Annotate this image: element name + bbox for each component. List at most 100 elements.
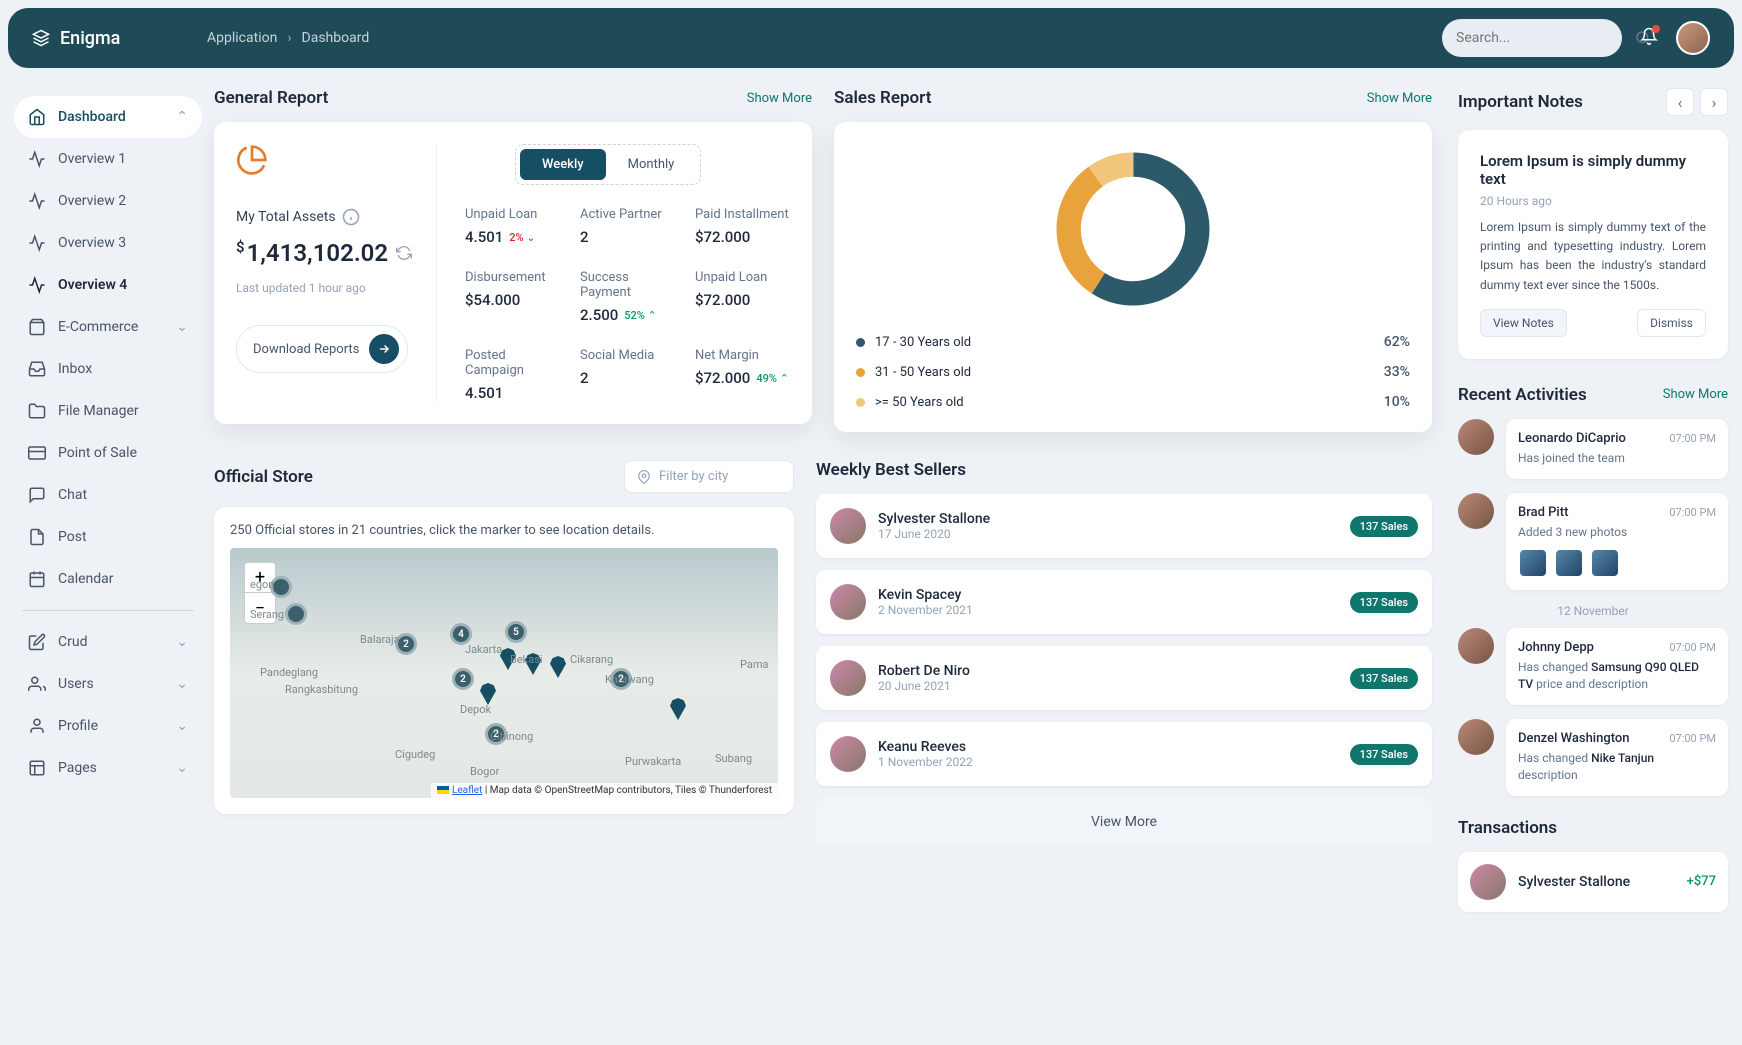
sidebar-item-overview-1[interactable]: Overview 1 xyxy=(14,138,202,180)
sales-badge: 137 Sales xyxy=(1350,516,1418,537)
inbox-icon xyxy=(28,360,46,378)
general-show-more[interactable]: Show More xyxy=(747,91,812,106)
sidebar-item-crud[interactable]: Crud⌄ xyxy=(14,621,202,663)
tab-monthly[interactable]: Monthly xyxy=(606,149,697,180)
info-icon[interactable] xyxy=(342,208,360,226)
folder-icon xyxy=(28,402,46,420)
sidebar-item-inbox[interactable]: Inbox xyxy=(14,348,202,390)
sidebar-item-e-commerce[interactable]: E-Commerce⌄ xyxy=(14,306,202,348)
sales-badge: 137 Sales xyxy=(1350,744,1418,765)
metric: Disbursement$54.000 xyxy=(465,270,560,324)
home-icon xyxy=(28,108,46,126)
breadcrumb-root[interactable]: Application xyxy=(207,30,277,46)
sellers-list: Sylvester Stallone17 June 2020137 Sales K… xyxy=(816,494,1432,786)
sidebar: Dashboard⌃Overview 1 Overview 2 Overview 3… xyxy=(8,76,208,924)
sidebar-item-label: Overview 2 xyxy=(58,193,126,209)
metric: Paid Installment$72.000 xyxy=(695,207,790,246)
map-pin-icon xyxy=(637,470,651,484)
sales-show-more[interactable]: Show More xyxy=(1367,91,1432,106)
sidebar-item-overview-4[interactable]: Overview 4 xyxy=(14,264,202,306)
notes-nav: ‹ › xyxy=(1666,88,1728,116)
avatar xyxy=(1470,864,1506,900)
map-pin[interactable] xyxy=(500,648,516,670)
note-title: Lorem Ipsum is simply dummy text xyxy=(1480,152,1706,188)
important-notes-title: Important Notes xyxy=(1458,92,1583,112)
metric: Unpaid Loan$72.000 xyxy=(695,270,790,324)
photo-thumbnails[interactable] xyxy=(1518,548,1716,578)
store-map[interactable]: + − 2 4 5 2 2 2 xyxy=(230,548,778,798)
seller-card[interactable]: Robert De Niro20 June 2021137 Sales xyxy=(816,646,1432,710)
sidebar-item-pages[interactable]: Pages⌄ xyxy=(14,747,202,789)
search-input[interactable] xyxy=(1456,30,1634,46)
map-marker[interactable]: 2 xyxy=(452,668,474,690)
legend-row: 31 - 50 Years old33% xyxy=(856,364,1410,380)
last-updated: Last updated 1 hour ago xyxy=(236,281,416,295)
zoom-out-button[interactable]: − xyxy=(245,593,275,623)
legend-row: >= 50 Years old10% xyxy=(856,394,1410,410)
sidebar-item-dashboard[interactable]: Dashboard⌃ xyxy=(14,96,202,138)
activity-date-separator: 12 November xyxy=(1458,604,1728,618)
sidebar-item-label: Calendar xyxy=(58,571,114,587)
metric: Social Media2 xyxy=(580,348,675,402)
chevron-down-icon: ⌄ xyxy=(176,319,188,335)
seller-card[interactable]: Sylvester Stallone17 June 2020137 Sales xyxy=(816,494,1432,558)
sidebar-item-post[interactable]: Post xyxy=(14,516,202,558)
refresh-icon[interactable] xyxy=(396,245,412,261)
map-marker[interactable]: 2 xyxy=(485,723,507,745)
profile-icon xyxy=(28,717,46,735)
map-pin[interactable] xyxy=(525,653,541,675)
sidebar-item-calendar[interactable]: Calendar xyxy=(14,558,202,600)
activities-show-more[interactable]: Show More xyxy=(1663,387,1728,402)
sidebar-item-label: Users xyxy=(58,676,94,692)
bag-icon xyxy=(28,318,46,336)
map-marker[interactable]: 4 xyxy=(450,623,472,645)
sidebar-item-chat[interactable]: Chat xyxy=(14,474,202,516)
transaction-item[interactable]: Sylvester Stallone+$77 xyxy=(1458,852,1728,912)
chevron-down-icon: ⌄ xyxy=(176,718,188,734)
sidebar-item-label: Pages xyxy=(58,760,97,776)
notes-prev-button[interactable]: ‹ xyxy=(1666,88,1694,116)
view-notes-button[interactable]: View Notes xyxy=(1480,309,1567,337)
map-pin[interactable] xyxy=(670,698,686,720)
store-map-card: 250 Official stores in 21 countries, cli… xyxy=(214,507,794,814)
notes-next-button[interactable]: › xyxy=(1700,88,1728,116)
map-pin[interactable] xyxy=(480,683,496,705)
search-box[interactable] xyxy=(1442,19,1622,57)
avatar xyxy=(830,660,866,696)
map-marker[interactable]: 2 xyxy=(610,668,632,690)
brand-name: Enigma xyxy=(60,28,120,49)
avatar xyxy=(830,584,866,620)
breadcrumb-current: Dashboard xyxy=(302,30,370,46)
users-icon xyxy=(28,675,46,693)
metric: Net Margin$72.000 49% ⌃ xyxy=(695,348,790,402)
filter-city-input[interactable]: Filter by city xyxy=(624,460,794,493)
brand-logo[interactable]: Enigma xyxy=(32,28,207,49)
tab-weekly[interactable]: Weekly xyxy=(520,149,606,180)
map-marker[interactable]: 5 xyxy=(505,621,527,643)
map-pin[interactable] xyxy=(550,656,566,678)
sidebar-item-users[interactable]: Users⌄ xyxy=(14,663,202,705)
map-marker[interactable] xyxy=(270,576,292,598)
note-body: Lorem Ipsum is simply dummy text of the … xyxy=(1480,218,1706,295)
sidebar-item-profile[interactable]: Profile⌄ xyxy=(14,705,202,747)
activity-item: Brad Pitt07:00 PMAdded 3 new photos xyxy=(1458,493,1728,591)
sidebar-item-point-of-sale[interactable]: Point of Sale xyxy=(14,432,202,474)
user-avatar[interactable] xyxy=(1676,21,1710,55)
avatar xyxy=(1458,419,1494,455)
notifications-button[interactable] xyxy=(1640,27,1658,49)
map-marker[interactable]: 2 xyxy=(395,633,417,655)
download-reports-button[interactable]: Download Reports xyxy=(236,325,408,373)
map-marker[interactable] xyxy=(285,603,307,625)
sellers-view-more[interactable]: View More xyxy=(816,798,1432,846)
seller-card[interactable]: Kevin Spacey2 November 2021137 Sales xyxy=(816,570,1432,634)
sidebar-item-file-manager[interactable]: File Manager xyxy=(14,390,202,432)
dismiss-button[interactable]: Dismiss xyxy=(1637,309,1706,337)
metric: Success Payment2.500 52% ⌃ xyxy=(580,270,675,324)
activity-icon xyxy=(28,192,46,210)
sidebar-item-overview-3[interactable]: Overview 3 xyxy=(14,222,202,264)
activity-item: Leonardo DiCaprio07:00 PMHas joined the … xyxy=(1458,419,1728,479)
sidebar-item-overview-2[interactable]: Overview 2 xyxy=(14,180,202,222)
legend-row: 17 - 30 Years old62% xyxy=(856,334,1410,350)
metric: Posted Campaign4.501 xyxy=(465,348,560,402)
seller-card[interactable]: Keanu Reeves1 November 2022137 Sales xyxy=(816,722,1432,786)
